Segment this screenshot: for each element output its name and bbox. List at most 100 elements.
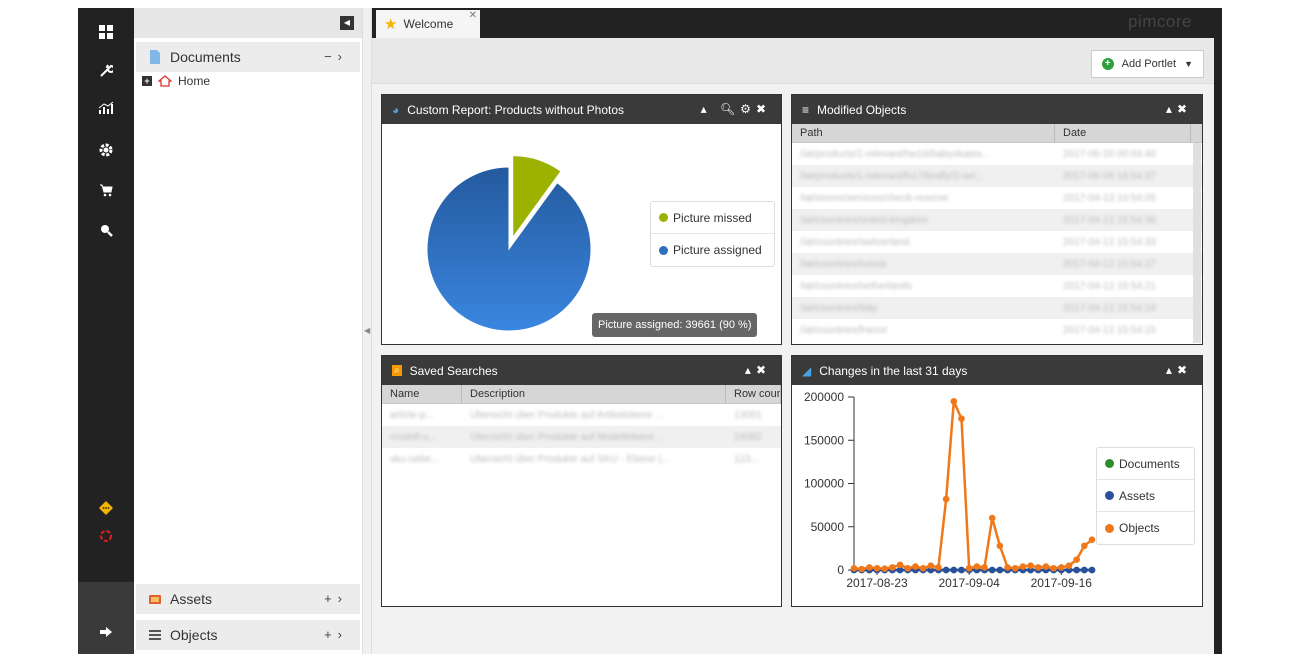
legend-item-objects[interactable]: Objects bbox=[1097, 512, 1194, 544]
portlet-header[interactable]: ⌕ Saved Searches ▴✖ bbox=[382, 356, 781, 385]
portlet-tools[interactable]: ▴✖ bbox=[745, 363, 771, 377]
tab-welcome[interactable]: ★ Welcome ✕ bbox=[376, 10, 480, 38]
table-row[interactable]: /iat/stores/services/check-reserve 2017-0… bbox=[792, 187, 1202, 209]
app-window: ◀ Documents −› + Home Assets +› Objects … bbox=[78, 8, 1222, 654]
table-row[interactable]: article-p... Übersicht über Produkte auf … bbox=[382, 404, 781, 426]
legend-item-assets[interactable]: Assets bbox=[1097, 480, 1194, 512]
data-point-objects bbox=[988, 514, 996, 522]
data-point-objects bbox=[1088, 536, 1096, 544]
data-point-objects bbox=[973, 563, 981, 570]
portlet-tools[interactable]: ▴✖ bbox=[1166, 102, 1192, 116]
table-row[interactable]: /iat/countries/switzerland 2017-04-12 15:… bbox=[792, 231, 1202, 253]
cart-icon[interactable] bbox=[96, 180, 116, 200]
grid-cell: sku-uebe... bbox=[390, 453, 440, 465]
logout-icon[interactable] bbox=[96, 622, 116, 642]
legend-label: Documents bbox=[1119, 456, 1180, 471]
splitter-arrow-icon[interactable]: ◀ bbox=[364, 326, 370, 335]
portlet-title: Custom Report: Products without Photos bbox=[407, 102, 625, 117]
table-row[interactable]: /iat/countries/france 2017-04-12 15:54:15 bbox=[792, 319, 1202, 341]
documents-controls[interactable]: −› bbox=[324, 49, 348, 64]
x-tick-label: 2017-08-23 bbox=[846, 576, 908, 590]
column-header-path[interactable]: Path bbox=[792, 124, 1055, 142]
grid-cell: 13001 bbox=[734, 409, 762, 421]
objects-header[interactable]: Objects +› bbox=[136, 620, 360, 650]
legend-item-documents[interactable]: Documents bbox=[1097, 448, 1194, 480]
grid-cell: /iat/countries/france bbox=[800, 324, 888, 336]
documents-header[interactable]: Documents −› bbox=[136, 42, 360, 72]
grid-header: Name Description Row cour bbox=[382, 385, 781, 404]
grid-cell: 2017-06-20 00:04:40 bbox=[1063, 148, 1156, 160]
portlet-header[interactable]: ◢ Changes in the last 31 days ▴✖ bbox=[792, 356, 1202, 385]
gear-icon[interactable] bbox=[96, 140, 116, 160]
table-row[interactable]: /iat/products/1-relevant/hw16/babyskates… bbox=[792, 143, 1202, 165]
data-point-objects bbox=[1034, 564, 1042, 571]
portlet-header[interactable]: ≡ Modified Objects ▴✖ bbox=[792, 95, 1202, 124]
portlet-tools[interactable]: ▴✖ bbox=[1166, 363, 1192, 377]
pie-tooltip: Picture assigned: 39661 (90 %) bbox=[592, 313, 758, 337]
portlet-header[interactable]: ◕ Custom Report: Products without Photos… bbox=[382, 95, 781, 124]
analytics-icon[interactable] bbox=[96, 98, 116, 118]
objects-label: Objects bbox=[170, 627, 218, 643]
table-row[interactable]: /iat/countries/netherlands 2017-04-12 15:… bbox=[792, 275, 1202, 297]
maintenance-ring-icon[interactable] bbox=[96, 526, 116, 546]
assets-controls[interactable]: +› bbox=[324, 591, 348, 606]
legend-label: Picture missed bbox=[673, 210, 752, 225]
data-point-objects bbox=[1081, 542, 1088, 550]
grid-cell: /iat/products/1-relevant/hw16/babyskates… bbox=[800, 148, 991, 160]
x-tick-label: 2017-09-04 bbox=[938, 576, 1000, 590]
scrollbar[interactable] bbox=[1193, 143, 1201, 343]
portlet-modified-objects: ≡ Modified Objects ▴✖ Path Date /iat/pro… bbox=[791, 94, 1203, 345]
dashboard-icon[interactable] bbox=[96, 22, 116, 42]
grid-cell: /iat/stores/services/check-reserve bbox=[800, 192, 949, 204]
series-line-objects bbox=[853, 400, 1093, 571]
saved-search-icon: ⌕ bbox=[392, 365, 402, 376]
legend-item-picture-missed[interactable]: Picture missed bbox=[651, 202, 774, 234]
grid-cell: Übersicht über Produkte auf Modellebene … bbox=[470, 431, 666, 443]
objects-list-icon bbox=[149, 630, 161, 640]
assets-label: Assets bbox=[170, 591, 213, 607]
notification-diamond-icon[interactable] bbox=[96, 498, 116, 518]
star-icon: ★ bbox=[384, 16, 398, 33]
column-header-name[interactable]: Name bbox=[382, 385, 462, 403]
close-tab-icon[interactable]: ✕ bbox=[469, 10, 477, 21]
panel-splitter[interactable]: ◀ bbox=[363, 8, 372, 654]
grid-body: article-p... Übersicht über Produkte auf … bbox=[382, 404, 781, 470]
legend-item-picture-assigned[interactable]: Picture assigned bbox=[651, 234, 774, 266]
collapse-panel-icon[interactable]: ◀ bbox=[340, 16, 354, 30]
table-row[interactable]: /iat/countries/russia 2017-04-12 15:54:27 bbox=[792, 253, 1202, 275]
column-header-date[interactable]: Date bbox=[1055, 124, 1191, 142]
data-point-objects bbox=[904, 564, 912, 572]
data-point-assets bbox=[996, 566, 1004, 574]
wrench-icon[interactable] bbox=[96, 60, 116, 80]
legend-label: Objects bbox=[1119, 521, 1160, 535]
grid-cell: 24082 bbox=[734, 431, 762, 443]
table-row[interactable]: /iat/products/1-relevant/fs17/brafly/3-s… bbox=[792, 165, 1202, 187]
grid-cell: 123... bbox=[734, 453, 760, 465]
data-point-objects bbox=[1050, 564, 1057, 572]
table-row[interactable]: sku-uebe... Übersicht über Produkte auf S… bbox=[382, 448, 781, 470]
data-point-assets bbox=[988, 566, 996, 574]
data-point-objects bbox=[981, 564, 988, 571]
add-portlet-button[interactable]: + Add Portlet ▼ bbox=[1090, 50, 1204, 78]
data-point-objects bbox=[958, 415, 965, 422]
assets-header[interactable]: Assets +› bbox=[136, 584, 360, 614]
portlet-tools[interactable]: ▴ 🔍︎⚙✖ bbox=[701, 102, 771, 116]
grid-body: /iat/products/1-relevant/hw16/babyskates… bbox=[792, 143, 1202, 341]
grid-cell: Übersicht über Produkte auf SKU - Ebene … bbox=[470, 453, 671, 465]
data-point-objects bbox=[1027, 562, 1034, 569]
grid-cell: /iat/countries/united-kingdom bbox=[800, 214, 928, 226]
table-row[interactable]: modell-u... Übersicht über Produkte auf M… bbox=[382, 426, 781, 448]
add-icon: + bbox=[1101, 58, 1114, 70]
tree-node-home[interactable]: + Home bbox=[136, 72, 360, 90]
portlet-custom-report: ◕ Custom Report: Products without Photos… bbox=[381, 94, 782, 345]
search-icon[interactable] bbox=[96, 220, 116, 240]
table-row[interactable]: /iat/countries/united-kingdom 2017-04-12 … bbox=[792, 209, 1202, 231]
objects-controls[interactable]: +› bbox=[324, 627, 348, 642]
data-point-objects bbox=[866, 564, 873, 571]
expand-icon[interactable]: + bbox=[142, 76, 152, 86]
column-header-row-count[interactable]: Row cour bbox=[726, 385, 781, 403]
portlet-title: Changes in the last 31 days bbox=[819, 363, 968, 378]
grid-cell: 2017-05-09 18:54:37 bbox=[1063, 170, 1156, 182]
column-header-description[interactable]: Description bbox=[462, 385, 726, 403]
table-row[interactable]: /iat/countries/italy 2017-04-12 15:54:19 bbox=[792, 297, 1202, 319]
